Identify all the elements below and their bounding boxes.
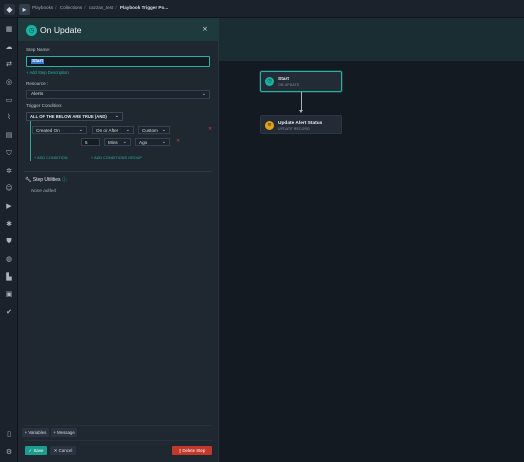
start-node[interactable]: ◷ Start ON UPDATE: [260, 71, 342, 92]
footer-divider: [24, 425, 212, 426]
save-button[interactable]: ✓ Save: [25, 446, 47, 455]
resource-select[interactable]: Alerts ⌄: [26, 90, 210, 99]
variables-button[interactable]: + Variables: [22, 428, 49, 437]
amount-value: 5: [85, 140, 88, 145]
dashboard-icon[interactable]: ▦: [4, 24, 14, 34]
unit-value: Mins: [108, 140, 118, 145]
add-condition-link[interactable]: + ADD CONDITION: [34, 156, 67, 160]
update-node-title: Update Alert Status: [278, 121, 323, 126]
users-icon[interactable]: ☺: [4, 183, 14, 193]
security-icon[interactable]: ⛊: [4, 236, 14, 246]
condition-mode-select[interactable]: Custom ⌄: [138, 126, 170, 134]
logic-value: ALL OF THE BELOW ARE TRUE (AND): [30, 114, 107, 119]
resource-value: Alerts: [31, 92, 44, 97]
message-button[interactable]: + Message: [51, 428, 77, 437]
none-added-text: None added: [31, 188, 57, 193]
condition-field-value: Created On: [36, 128, 60, 133]
start-node-subtitle: ON UPDATE: [278, 83, 300, 87]
bar-chart-icon[interactable]: ▙: [4, 272, 14, 282]
shuffle-icon[interactable]: ⇄: [4, 59, 14, 69]
unit-select[interactable]: Mins ⌄: [104, 138, 131, 146]
breadcrumb-current: Playbook Trigger Po...: [119, 5, 169, 10]
step-utilities-heading: 🔧︎ Step Utilities ⓘ: [25, 176, 67, 183]
gear-icon[interactable]: ✱: [4, 219, 14, 229]
globe-icon[interactable]: ◍: [4, 254, 14, 264]
chevron-down-icon: ⌄: [161, 139, 166, 145]
add-conditions-group-link[interactable]: + ADD CONDITIONS GROUP: [91, 156, 142, 160]
condition-field-select[interactable]: Created On ⌄: [32, 126, 87, 134]
resource-label: Resource :: [26, 81, 49, 86]
start-node-title: Start: [278, 77, 289, 82]
remove-condition-icon[interactable]: ×: [208, 126, 212, 132]
condition-mode-value: Custom: [142, 128, 158, 133]
amount-input[interactable]: 5: [81, 138, 100, 146]
trash-icon[interactable]: ▯: [4, 429, 14, 439]
chevron-down-icon: ⌄: [78, 127, 83, 133]
top-bar: ◆ ▸ Playbooks / Collections / cazzan_test /…: [0, 0, 524, 18]
play-icon[interactable]: ▸: [19, 4, 30, 15]
radar-icon[interactable]: ◎: [4, 77, 14, 87]
remove-subcondition-icon[interactable]: ×: [176, 138, 180, 144]
trigger-condition-label: Trigger Condition:: [26, 103, 63, 108]
settings-icon[interactable]: ✲: [4, 166, 14, 176]
step-name-input[interactable]: Start: [26, 56, 210, 67]
breadcrumb-collections[interactable]: Collections: [60, 5, 82, 10]
shield-icon[interactable]: ⛉: [4, 148, 14, 158]
cancel-label: Cancel: [58, 448, 73, 453]
connector-arrow: [299, 110, 303, 113]
wrench-icon: 🔧︎: [25, 177, 32, 183]
panel-title: On Update: [40, 25, 82, 35]
step-utilities-title: Step Utilities: [32, 177, 61, 183]
chevron-down-icon: ⌄: [114, 113, 119, 119]
panel-header: ◷ On Update ×: [18, 18, 219, 41]
start-node-icon: ◷: [265, 77, 274, 86]
database-icon: ≡: [265, 121, 274, 130]
breadcrumb: Playbooks / Collections / cazzan_test / Pla…: [32, 5, 169, 10]
left-nav: ▦ ☁ ⇄ ◎ ▭ ⌇ ▤ ⛉ ✲ ☺ ▶ ✱ ⛊ ◍ ▙ ▣ ✔ ▯ ⚙: [0, 18, 18, 462]
add-step-description-link[interactable]: + Add Step Description: [26, 70, 69, 75]
step-name-label: Step Name:: [26, 47, 51, 52]
trash-icon: ▯: [178, 449, 182, 454]
chevron-down-icon: ⌄: [161, 127, 166, 133]
step-name-value: Start: [31, 59, 44, 64]
clock-icon: ◷: [26, 25, 37, 36]
footer-divider: [24, 440, 212, 441]
direction-select[interactable]: Ago ⌄: [135, 138, 170, 146]
chevron-down-icon: ⌄: [201, 91, 206, 97]
step-editor-panel: ◷ On Update × Step Name: Start + Add Ste…: [18, 18, 219, 462]
canvas-header-band: [219, 18, 524, 61]
update-alert-node[interactable]: ≡ Update Alert Status UPDATE RECORD: [260, 115, 342, 134]
app-menu-icon[interactable]: ◆: [4, 4, 15, 15]
breadcrumb-playbooks[interactable]: Playbooks: [32, 5, 53, 10]
check-icon[interactable]: ✔: [4, 307, 14, 317]
update-node-subtitle: UPDATE RECORD: [278, 127, 310, 131]
logic-select[interactable]: ALL OF THE BELOW ARE TRUE (AND) ⌄: [26, 112, 123, 121]
direction-value: Ago: [139, 140, 148, 145]
cancel-button[interactable]: ✕ Cancel: [50, 446, 76, 455]
cloud-icon[interactable]: ☁: [4, 42, 14, 52]
condition-group-line: [30, 121, 31, 161]
check-icon: ✓: [28, 449, 33, 454]
play-nav-icon[interactable]: ▶: [4, 201, 14, 211]
briefcase-icon[interactable]: ▭: [4, 95, 14, 105]
close-icon[interactable]: ×: [202, 25, 208, 33]
connector-line: [301, 92, 302, 111]
condition-operator-select[interactable]: On or After ⌄: [92, 126, 134, 134]
chart-icon[interactable]: ⌇: [4, 112, 14, 122]
apps-icon[interactable]: ▣: [4, 289, 14, 299]
breadcrumb-collection[interactable]: cazzan_test: [89, 5, 114, 10]
condition-operator-value: On or After: [96, 128, 119, 133]
cog-icon[interactable]: ⚙: [4, 447, 14, 457]
save-label: Save: [33, 448, 44, 453]
delete-step-button[interactable]: ▯ Delete Step: [172, 446, 212, 455]
section-divider: [24, 171, 212, 172]
chevron-down-icon: ⌄: [122, 139, 127, 145]
close-icon: ✕: [53, 449, 58, 454]
delete-step-label: Delete Step: [182, 448, 206, 453]
grid-icon[interactable]: ▤: [4, 130, 14, 140]
chevron-down-icon: ⌄: [125, 127, 130, 133]
info-icon[interactable]: ⓘ: [62, 177, 67, 183]
